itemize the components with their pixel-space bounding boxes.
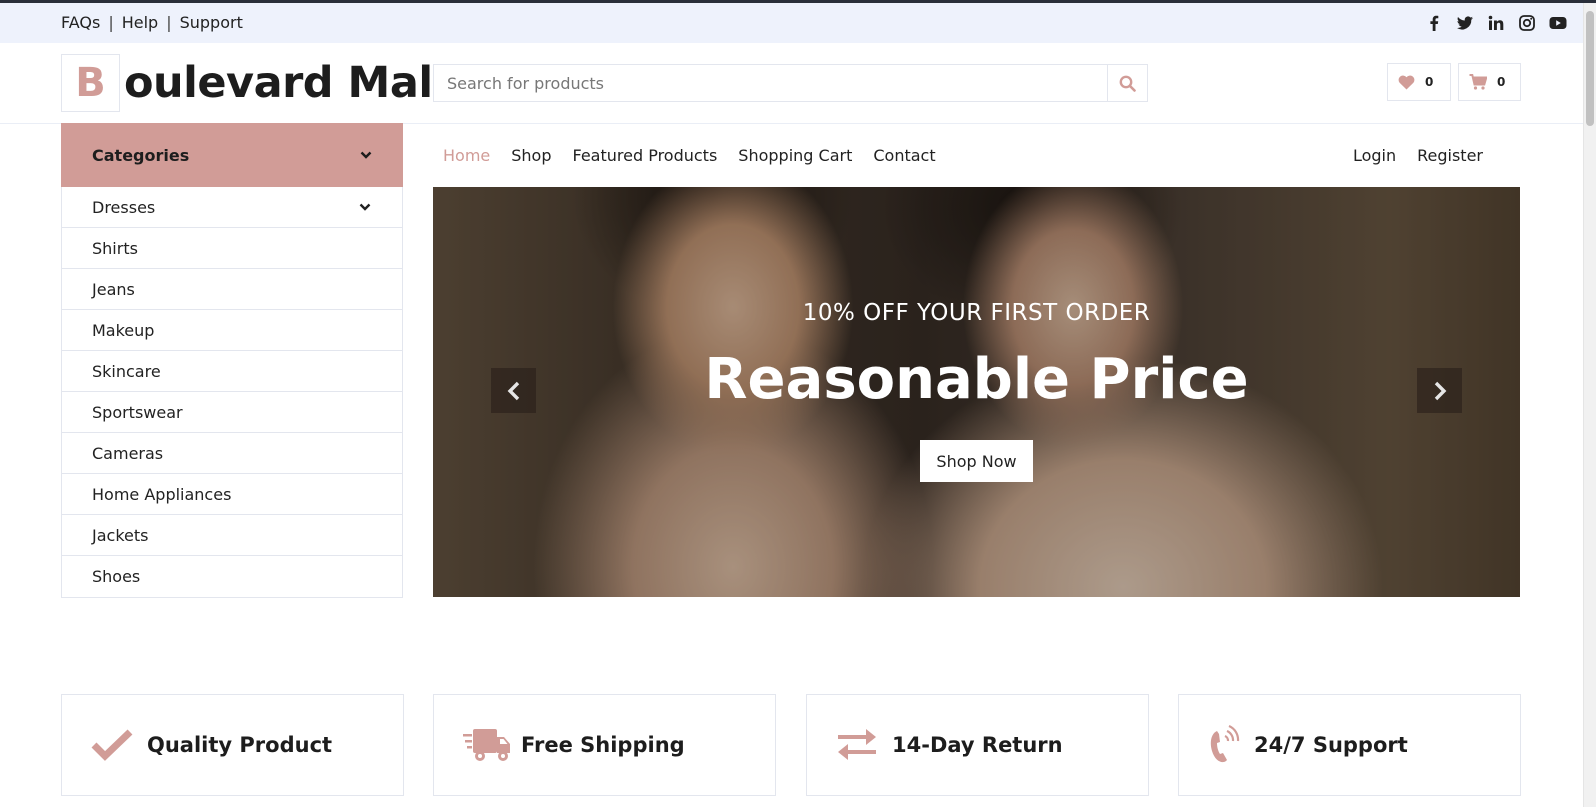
category-label: Makeup: [92, 320, 155, 340]
category-item-dresses[interactable]: Dresses: [62, 187, 402, 228]
check-icon: [91, 729, 133, 761]
category-item-jackets[interactable]: Jackets: [62, 515, 402, 556]
feature-label: 24/7 Support: [1254, 733, 1408, 757]
nav-shop[interactable]: Shop: [511, 146, 551, 165]
help-link[interactable]: Help: [122, 13, 158, 32]
support-link[interactable]: Support: [180, 13, 243, 32]
category-item-sportswear[interactable]: Sportswear: [62, 392, 402, 433]
category-label: Skincare: [92, 361, 161, 381]
feature-24-7-support: 24/7 Support: [1178, 694, 1521, 796]
nav-contact[interactable]: Contact: [873, 146, 935, 165]
separator: |: [108, 13, 114, 32]
cart-icon: [1469, 74, 1487, 90]
top-bar: FAQs | Help | Support: [0, 3, 1583, 43]
feature-label: Quality Product: [147, 733, 333, 757]
cart-button[interactable]: 0: [1458, 63, 1521, 101]
hero-subtitle: 10% OFF YOUR FIRST ORDER: [802, 300, 1151, 326]
hero-carousel: 10% OFF YOUR FIRST ORDER Reasonable Pric…: [433, 187, 1520, 597]
search-bar: [433, 64, 1148, 102]
youtube-icon[interactable]: [1549, 14, 1567, 32]
category-label: Jeans: [92, 279, 135, 299]
category-item-makeup[interactable]: Makeup: [62, 310, 402, 351]
instagram-icon[interactable]: [1518, 14, 1536, 32]
top-links: FAQs | Help | Support: [61, 13, 243, 32]
category-label: Dresses: [92, 197, 156, 217]
wishlist-count: 0: [1425, 75, 1434, 89]
nav-shopping-cart[interactable]: Shopping Cart: [738, 146, 852, 165]
social-links: [1425, 14, 1567, 32]
chevron-left-icon: [507, 381, 519, 400]
category-label: Shirts: [92, 238, 138, 258]
logo-text: oulevard Mall: [124, 58, 447, 108]
nav-featured-products[interactable]: Featured Products: [573, 146, 718, 165]
register-link[interactable]: Register: [1417, 146, 1483, 165]
scrollbar-thumb[interactable]: [1586, 11, 1594, 126]
truck-icon: [463, 725, 513, 765]
category-label: Cameras: [92, 443, 164, 463]
shop-now-button[interactable]: Shop Now: [920, 440, 1033, 482]
category-item-home-appliances[interactable]: Home Appliances: [62, 474, 402, 515]
category-label: Sportswear: [92, 402, 183, 422]
category-item-skincare[interactable]: Skincare: [62, 351, 402, 392]
category-list: Dresses Shirts Jeans Makeup Skincare Spo…: [61, 187, 403, 598]
phone-icon: [1208, 725, 1240, 765]
chevron-down-icon: [359, 203, 371, 211]
category-item-shirts[interactable]: Shirts: [62, 228, 402, 269]
carousel-prev-button[interactable]: [491, 368, 536, 413]
category-item-shoes[interactable]: Shoes: [62, 556, 402, 597]
scrollbar[interactable]: [1583, 3, 1596, 807]
categories-toggle[interactable]: Categories: [61, 123, 403, 187]
separator: |: [166, 13, 172, 32]
cart-count: 0: [1497, 75, 1506, 89]
login-link[interactable]: Login: [1353, 146, 1396, 165]
chevron-right-icon: [1434, 381, 1446, 400]
exchange-icon: [836, 728, 878, 762]
feature-label: 14-Day Return: [892, 733, 1063, 757]
category-item-jeans[interactable]: Jeans: [62, 269, 402, 310]
category-label: Home Appliances: [92, 484, 232, 504]
category-item-cameras[interactable]: Cameras: [62, 433, 402, 474]
chevron-down-icon: [360, 151, 372, 159]
logo-letter: B: [61, 54, 120, 112]
hero-title: Reasonable Price: [704, 347, 1249, 412]
account-nav: Login Register: [1353, 146, 1483, 165]
category-label: Shoes: [92, 567, 141, 586]
search-button[interactable]: [1107, 65, 1147, 101]
feature-free-shipping: Free Shipping: [433, 694, 776, 796]
heart-icon: [1398, 75, 1415, 89]
faqs-link[interactable]: FAQs: [61, 13, 100, 32]
wishlist-button[interactable]: 0: [1387, 63, 1451, 101]
search-input[interactable]: [434, 65, 1107, 101]
carousel-next-button[interactable]: [1417, 368, 1462, 413]
facebook-icon[interactable]: [1425, 14, 1443, 32]
main-nav: Home Shop Featured Products Shopping Car…: [443, 146, 936, 165]
category-label: Jackets: [92, 525, 149, 545]
nav-home[interactable]: Home: [443, 146, 490, 165]
logo[interactable]: B oulevard Mall: [61, 54, 447, 112]
header: B oulevard Mall 0 0: [0, 43, 1583, 124]
feature-label: Free Shipping: [521, 733, 685, 757]
search-icon: [1119, 75, 1136, 92]
twitter-icon[interactable]: [1456, 14, 1474, 32]
linkedin-icon[interactable]: [1487, 14, 1505, 32]
feature-14-day-return: 14-Day Return: [806, 694, 1149, 796]
feature-quality-product: Quality Product: [61, 694, 404, 796]
categories-title: Categories: [92, 145, 190, 165]
